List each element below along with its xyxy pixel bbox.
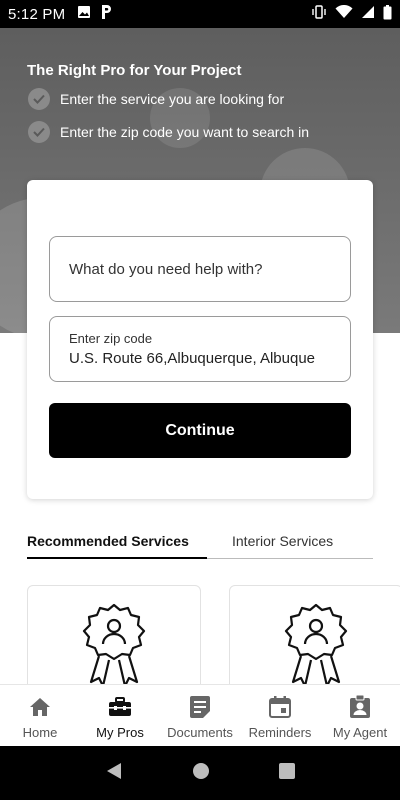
hero-step-text: Enter the service you are looking for bbox=[60, 91, 285, 107]
service-search-input[interactable]: What do you need help with? bbox=[49, 236, 351, 302]
recents-square-icon[interactable] bbox=[279, 762, 296, 784]
nav-my-agent-label: My Agent bbox=[332, 725, 388, 740]
parking-icon bbox=[99, 4, 113, 24]
search-card: What do you need help with? Enter zip co… bbox=[27, 180, 373, 499]
nav-home[interactable]: Home bbox=[0, 685, 80, 746]
vibrate-icon bbox=[311, 4, 327, 24]
tab-interior-services[interactable]: Interior Services bbox=[232, 533, 333, 559]
check-circle-icon bbox=[28, 88, 50, 110]
bottom-navigation: Home My Pros Documents Reminders My Agen… bbox=[0, 684, 400, 746]
image-icon bbox=[77, 5, 91, 23]
nav-home-label: Home bbox=[22, 725, 58, 740]
nav-my-pros[interactable]: My Pros bbox=[80, 685, 160, 746]
battery-icon bbox=[383, 4, 392, 24]
hero-title: The Right Pro for Your Project bbox=[27, 62, 242, 79]
status-time: 5:12 PM bbox=[8, 5, 66, 23]
nav-my-pros-label: My Pros bbox=[96, 725, 144, 740]
toolbox-icon bbox=[108, 695, 132, 719]
home-icon bbox=[29, 695, 51, 719]
system-navigation-bar bbox=[0, 746, 400, 800]
signal-icon bbox=[361, 5, 375, 23]
nav-my-agent[interactable]: My Agent bbox=[320, 685, 400, 746]
status-bar: 5:12 PM bbox=[0, 0, 400, 28]
service-search-placeholder: What do you need help with? bbox=[69, 260, 263, 278]
tab-recommended-services[interactable]: Recommended Services bbox=[27, 533, 207, 559]
document-icon bbox=[189, 695, 211, 719]
hero-step-1: Enter the service you are looking for bbox=[28, 88, 284, 110]
nav-reminders-label: Reminders bbox=[248, 725, 312, 740]
service-tabs: Recommended Services Interior Services bbox=[27, 533, 373, 559]
agent-badge-icon bbox=[349, 695, 371, 719]
zip-code-label: Enter zip code bbox=[69, 331, 153, 346]
nav-reminders[interactable]: Reminders bbox=[240, 685, 320, 746]
check-circle-icon bbox=[28, 121, 50, 143]
calendar-icon bbox=[269, 695, 291, 719]
back-icon[interactable] bbox=[105, 762, 123, 785]
zip-code-value: U.S. Route 66,Albuquerque, Albuque bbox=[69, 350, 316, 367]
hero-step-text: Enter the zip code you want to search in bbox=[60, 124, 310, 140]
nav-documents[interactable]: Documents bbox=[160, 685, 240, 746]
wifi-icon bbox=[335, 4, 353, 23]
home-circle-icon[interactable] bbox=[192, 762, 210, 785]
continue-button[interactable]: Continue bbox=[49, 403, 351, 458]
zip-code-field[interactable]: Enter zip code U.S. Route 66,Albuquerque… bbox=[49, 316, 351, 382]
nav-documents-label: Documents bbox=[167, 725, 233, 740]
hero-step-2: Enter the zip code you want to search in bbox=[28, 121, 309, 143]
